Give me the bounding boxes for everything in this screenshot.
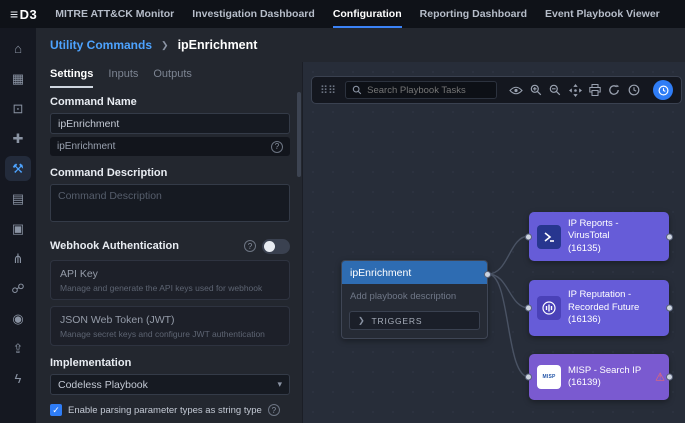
logo-bars-icon: ≡ — [10, 6, 19, 22]
drag-handle-icon[interactable]: ⠿⠿ — [320, 84, 336, 97]
misp-icon-text: MISP — [542, 374, 555, 380]
api-key-card[interactable]: API Key Manage and generate the API keys… — [50, 260, 290, 300]
breadcrumb-utility-commands-link[interactable]: Utility Commands — [50, 38, 152, 52]
help-icon[interactable]: ? — [271, 141, 283, 153]
triggers-label: TRIGGERS — [372, 316, 423, 326]
task-search-input[interactable] — [367, 85, 490, 96]
shield-upload-icon[interactable]: ⇪ — [5, 336, 31, 361]
root-node-description[interactable]: Add playbook description — [342, 284, 487, 306]
parse-parameter-checkbox[interactable] — [50, 404, 62, 416]
panel-scrollbar[interactable] — [297, 92, 301, 177]
breadcrumb-separator-icon: ❯ — [161, 40, 169, 51]
task-node-recorded-future[interactable]: IP Reputation - Recorded Future (16136) — [529, 280, 669, 336]
broadcast-signal-icon[interactable]: ☍ — [5, 276, 31, 301]
tab-settings[interactable]: Settings — [50, 68, 93, 88]
icon-rail: ⌂ ▦ ⊡ ✚ ⚒ ▤ ▣ ⋔ ☍ ◉ ⇪ ϟ — [0, 28, 36, 423]
tab-inputs[interactable]: Inputs — [108, 68, 138, 88]
incidents-calendar-icon[interactable]: ▦ — [5, 66, 31, 91]
zoom-out-icon[interactable] — [547, 82, 563, 98]
status-badge-icon[interactable]: ◉ — [5, 306, 31, 331]
toolbar-circle-button[interactable] — [653, 80, 673, 100]
top-nav: ≡ D3 MITRE ATT&CK Monitor Investigation … — [0, 0, 685, 28]
command-name-label: Command Name — [50, 96, 290, 108]
history-clock-icon[interactable] — [626, 82, 642, 98]
breadcrumb-current-page: ipEnrichment — [178, 38, 258, 52]
print-icon[interactable] — [587, 82, 603, 98]
command-description-input[interactable] — [50, 184, 290, 222]
task-node-virustotal[interactable]: IP Reports - VirusTotal (16135) — [529, 212, 669, 261]
zoom-in-icon[interactable] — [528, 82, 544, 98]
command-internal-name: ipEnrichment ? — [50, 137, 290, 156]
jwt-card[interactable]: JSON Web Token (JWT) Manage secret keys … — [50, 306, 290, 346]
implementation-select[interactable]: Codeless Playbook ▾ — [50, 374, 290, 395]
panel-tabs: Settings Inputs Outputs — [50, 68, 290, 88]
input-port[interactable] — [525, 374, 532, 381]
output-port[interactable] — [666, 233, 673, 240]
app-window: ≡ D3 MITRE ATT&CK Monitor Investigation … — [0, 0, 685, 423]
task-id: (16136) — [568, 314, 661, 326]
toggle-knob — [264, 241, 275, 252]
root-node-title: ipEnrichment — [342, 261, 487, 284]
nav-item-mitre-attck-monitor[interactable]: MITRE ATT&CK Monitor — [55, 0, 174, 28]
chevron-right-icon: ❯ — [358, 316, 366, 325]
home-icon[interactable]: ⌂ — [5, 36, 31, 61]
implementation-selected-value: Codeless Playbook — [58, 379, 148, 391]
help-icon[interactable]: ? — [268, 404, 280, 416]
canvas-toolbar: ⠿⠿ — [311, 76, 682, 104]
misp-icon: MISP — [537, 365, 561, 389]
jwt-description: Manage secret keys and configure JWT aut… — [60, 329, 280, 340]
output-port[interactable] — [666, 374, 673, 381]
nav-item-event-playbook-viewer[interactable]: Event Playbook Viewer — [545, 0, 660, 28]
api-key-description: Manage and generate the API keys used fo… — [60, 283, 280, 294]
database-icon[interactable]: ▣ — [5, 216, 31, 241]
task-title: MISP - Search IP — [568, 365, 641, 376]
automation-lightning-icon[interactable]: ϟ — [5, 366, 31, 391]
command-description-label: Command Description — [50, 167, 290, 179]
webhook-authentication-toggle[interactable] — [262, 239, 290, 254]
playbook-root-node[interactable]: ipEnrichment Add playbook description ❯ … — [341, 260, 488, 339]
input-port[interactable] — [525, 305, 532, 312]
task-node-misp[interactable]: MISP MISP - Search IP (16139) ⚠ — [529, 354, 669, 400]
chevron-down-icon: ▾ — [277, 379, 282, 390]
virustotal-icon — [537, 225, 561, 249]
command-internal-name-value: ipEnrichment — [57, 141, 115, 152]
command-settings-panel: Settings Inputs Outputs Command Name ipE… — [36, 62, 302, 423]
webhook-authentication-label: Webhook Authentication — [50, 240, 179, 252]
clock-icon — [658, 85, 669, 96]
warning-icon[interactable]: ⚠ — [655, 371, 665, 384]
jwt-title: JSON Web Token (JWT) — [60, 314, 280, 326]
nav-item-investigation-dashboard[interactable]: Investigation Dashboard — [192, 0, 315, 28]
task-title: IP Reputation - Recorded Future — [568, 289, 639, 312]
task-id: (16135) — [568, 243, 661, 255]
search-icon — [352, 85, 362, 95]
fit-view-icon[interactable] — [567, 82, 583, 98]
breadcrumb: Utility Commands ❯ ipEnrichment — [36, 28, 685, 62]
implementation-label: Implementation — [50, 357, 290, 369]
utility-tools-icon[interactable]: ⚒ — [5, 156, 31, 181]
task-title: IP Reports - VirusTotal — [568, 218, 619, 241]
input-port[interactable] — [525, 233, 532, 240]
refresh-icon[interactable] — [606, 82, 622, 98]
recorded-future-icon — [537, 296, 561, 320]
video-monitor-icon[interactable]: ⊡ — [5, 96, 31, 121]
output-port[interactable] — [666, 305, 673, 312]
playbook-canvas[interactable]: ⠿⠿ — [302, 62, 685, 423]
nav-item-reporting-dashboard[interactable]: Reporting Dashboard — [420, 0, 527, 28]
output-port[interactable] — [484, 271, 491, 278]
api-key-title: API Key — [60, 268, 280, 280]
triggers-section[interactable]: ❯ TRIGGERS — [349, 311, 480, 330]
integrations-puzzle-icon[interactable]: ✚ — [5, 126, 31, 151]
eye-icon[interactable] — [508, 82, 524, 98]
task-id: (16139) — [568, 377, 641, 389]
logo-text: D3 — [20, 7, 38, 22]
help-icon[interactable]: ? — [244, 240, 256, 252]
network-share-icon[interactable]: ⋔ — [5, 246, 31, 271]
parse-parameter-label: Enable parsing parameter types as string… — [68, 405, 262, 416]
d3-logo: ≡ D3 — [10, 6, 37, 22]
tab-outputs[interactable]: Outputs — [153, 68, 192, 88]
nav-item-configuration[interactable]: Configuration — [333, 0, 402, 28]
command-name-input[interactable] — [50, 113, 290, 134]
schedule-calendar-icon[interactable]: ▤ — [5, 186, 31, 211]
task-search-box — [345, 81, 497, 99]
